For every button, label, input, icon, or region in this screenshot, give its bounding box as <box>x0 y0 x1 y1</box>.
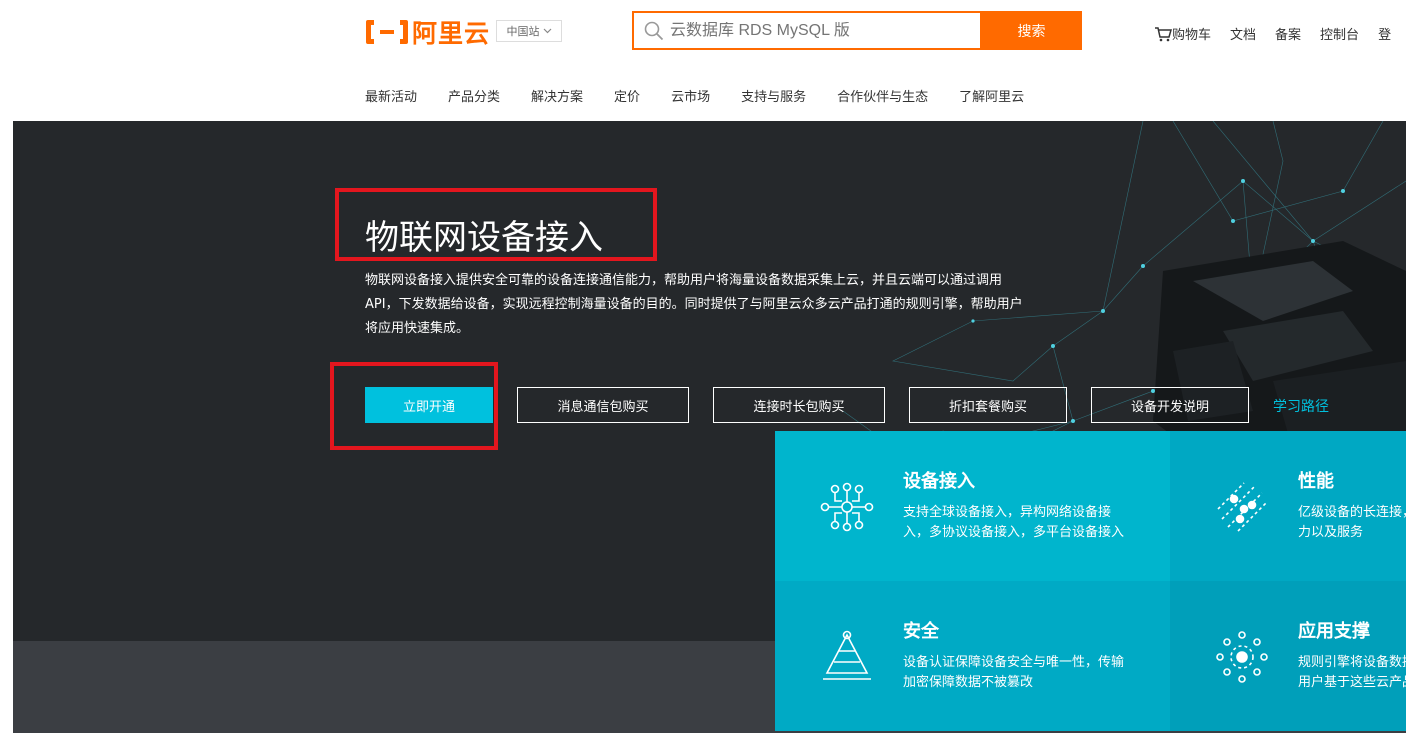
main-nav: 最新活动 产品分类 解决方案 定价 云市场 支持与服务 合作伙伴与生态 了解阿里… <box>365 86 1055 105</box>
beian-link[interactable]: 备案 <box>1275 24 1301 43</box>
feature-title: 性能 <box>1298 471 1334 492</box>
feature-desc: 设备认证保障设备安全与唯一性，传输加密保障数据不被篡改 <box>903 655 1125 690</box>
nav-item-marketplace[interactable]: 云市场 <box>671 86 710 105</box>
chevron-down-icon <box>543 28 551 34</box>
nav-item-partners[interactable]: 合作伙伴与生态 <box>837 86 928 105</box>
feature-title: 安全 <box>903 621 939 642</box>
search-button[interactable]: 搜索 <box>981 11 1082 50</box>
security-icon <box>823 630 871 680</box>
nav-item-solutions[interactable]: 解决方案 <box>531 86 583 105</box>
search-box <box>632 11 982 50</box>
top-links: 购物车 文档 备案 控制台 登 <box>1154 24 1406 43</box>
feature-desc: 规则引擎将设备数据与阿里云云产品，用户基于这些云产品应用 <box>1298 655 1406 690</box>
discount-package-button[interactable]: 折扣套餐购买 <box>909 387 1067 423</box>
cart-link[interactable]: 购物车 <box>1154 24 1211 43</box>
nav-item-about[interactable]: 了解阿里云 <box>959 86 1024 105</box>
nav-item-latest[interactable]: 最新活动 <box>365 86 417 105</box>
message-package-button[interactable]: 消息通信包购买 <box>517 387 689 423</box>
header: 阿里云 中国站 搜索 购物车 文档 备案 控制台 登 最新活动 产品分类 解决方… <box>0 0 1406 121</box>
title-highlight-box <box>335 188 657 261</box>
region-label: 中国站 <box>506 25 540 38</box>
feature-desc: 支持全球设备接入，异构网络设备接入，多协议设备接入，多平台设备接入 <box>903 505 1125 540</box>
device-access-icon <box>820 482 874 532</box>
nav-item-products[interactable]: 产品分类 <box>448 86 500 105</box>
aliyun-logo[interactable]: 阿里云 <box>364 18 490 48</box>
console-link[interactable]: 控制台 <box>1320 24 1359 43</box>
docs-link[interactable]: 文档 <box>1230 24 1256 43</box>
cart-label: 购物车 <box>1172 28 1212 43</box>
nav-item-support[interactable]: 支持与服务 <box>741 86 806 105</box>
search-input[interactable] <box>670 21 960 40</box>
feature-desc: 亿级设备的长连接，百万消息并发的能力以及服务 <box>1298 505 1406 540</box>
feature-card-security: 安全 设备认证保障设备安全与唯一性，传输加密保障数据不被篡改 <box>775 581 1170 731</box>
region-selector[interactable]: 中国站 <box>496 20 562 42</box>
feature-card-performance: 性能 亿级设备的长连接，百万消息并发的能力以及服务 <box>1170 431 1406 581</box>
hero-description: 物联网设备接入提供安全可靠的设备连接通信能力，帮助用户将海量设备数据采集上云，并… <box>365 273 1023 336</box>
learning-path-link[interactable]: 学习路径 <box>1273 396 1329 416</box>
login-link[interactable]: 登 <box>1378 24 1391 43</box>
nav-item-pricing[interactable]: 定价 <box>614 86 640 105</box>
logo-mark-icon <box>366 20 408 44</box>
feature-card-device-access: 设备接入 支持全球设备接入，异构网络设备接入，多协议设备接入，多平台设备接入 <box>775 431 1170 581</box>
feature-cards: 设备接入 支持全球设备接入，异构网络设备接入，多协议设备接入，多平台设备接入 性… <box>775 431 1406 733</box>
logo-text: 阿里云 <box>412 19 491 48</box>
performance-icon <box>1217 482 1267 532</box>
device-dev-guide-button[interactable]: 设备开发说明 <box>1091 387 1249 423</box>
search-icon <box>644 21 664 40</box>
connection-package-button[interactable]: 连接时长包购买 <box>713 387 885 423</box>
feature-title: 设备接入 <box>903 471 975 492</box>
app-support-icon <box>1216 631 1268 683</box>
cart-icon <box>1155 26 1172 41</box>
button-highlight-box <box>330 362 498 450</box>
feature-card-app-support: 应用支撑 规则引擎将设备数据与阿里云云产品，用户基于这些云产品应用 <box>1170 581 1406 731</box>
feature-title: 应用支撑 <box>1298 621 1370 642</box>
